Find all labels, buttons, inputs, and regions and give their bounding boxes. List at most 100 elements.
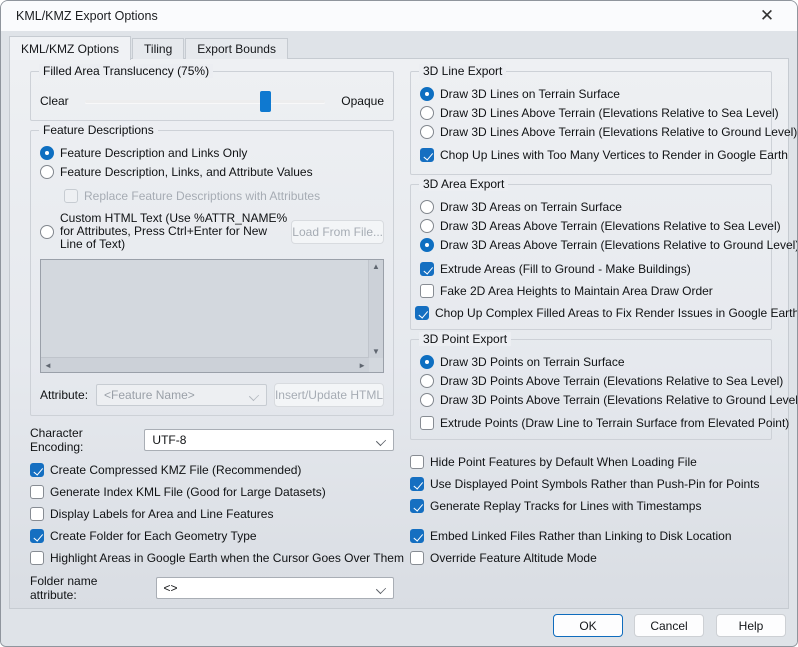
ok-button[interactable]: OK	[553, 614, 623, 637]
checkbox-disabled-icon	[64, 189, 78, 203]
help-button[interactable]: Help	[716, 614, 786, 637]
radio-3d-lines-above-sea-level[interactable]: Draw 3D Lines Above Terrain (Elevations …	[420, 105, 762, 121]
checkbox-chop-up-lines[interactable]: Chop Up Lines with Too Many Vertices to …	[420, 147, 762, 163]
radio-off-icon	[420, 200, 434, 214]
checkbox-label: Fake 2D Area Heights to Maintain Area Dr…	[440, 284, 713, 298]
checkbox-checked-icon	[420, 262, 434, 276]
folder-name-attribute-label: Folder name attribute:	[30, 574, 147, 602]
checkbox-create-compressed-kmz[interactable]: Create Compressed KMZ File (Recommended)	[30, 462, 394, 478]
custom-html-textarea: ▲ ▼ ◄ ►	[40, 259, 384, 373]
radio-off-icon	[420, 393, 434, 407]
checkbox-label: Replace Feature Descriptions with Attrib…	[84, 189, 320, 203]
checkbox-checked-icon	[410, 477, 424, 491]
radio-label: Feature Description and Links Only	[60, 146, 247, 160]
close-icon[interactable]: ✕	[751, 1, 783, 31]
radio-3d-points-above-ground-level[interactable]: Draw 3D Points Above Terrain (Elevations…	[420, 392, 762, 408]
load-from-file-button: Load From File...	[291, 220, 384, 244]
scroll-right-icon[interactable]: ►	[358, 361, 366, 370]
scroll-left-icon[interactable]: ◄	[44, 361, 52, 370]
checkbox-extrude-areas[interactable]: Extrude Areas (Fill to Ground - Make Bui…	[420, 261, 762, 277]
titlebar: KML/KMZ Export Options ✕	[1, 1, 797, 31]
tab-export-bounds[interactable]: Export Bounds	[185, 38, 288, 59]
radio-3d-areas-above-ground-level[interactable]: Draw 3D Areas Above Terrain (Elevations …	[420, 237, 762, 253]
radio-custom-html-text[interactable]: Custom HTML Text (Use %ATTR_NAME% for At…	[40, 212, 384, 251]
radio-off-icon	[420, 125, 434, 139]
tab-strip: KML/KMZ Options Tiling Export Bounds	[9, 35, 289, 59]
checkbox-extrude-points[interactable]: Extrude Points (Draw Line to Terrain Sur…	[420, 415, 762, 431]
kml-kmz-export-options-dialog: KML/KMZ Export Options ✕ KML/KMZ Options…	[0, 0, 798, 647]
scroll-up-icon[interactable]: ▲	[372, 262, 380, 271]
radio-3d-points-terrain-surface[interactable]: Draw 3D Points on Terrain Surface	[420, 354, 762, 370]
checkbox-label: Generate Index KML File (Good for Large …	[50, 485, 326, 499]
slider-thumb[interactable]	[260, 91, 271, 112]
checkbox-create-folder-per-geometry[interactable]: Create Folder for Each Geometry Type	[30, 528, 394, 544]
checkbox-label: Use Displayed Point Symbols Rather than …	[430, 477, 760, 491]
checkbox-highlight-areas[interactable]: Highlight Areas in Google Earth when the…	[30, 550, 394, 566]
checkbox-use-displayed-point-symbols[interactable]: Use Displayed Point Symbols Rather than …	[410, 476, 772, 492]
tab-tiling[interactable]: Tiling	[132, 38, 184, 59]
radio-off-icon	[40, 165, 54, 179]
feature-descriptions-group: Feature Descriptions Feature Description…	[30, 130, 394, 416]
left-column: Filled Area Translucency (75%) Clear Opa…	[30, 71, 394, 602]
window-title: KML/KMZ Export Options	[16, 9, 158, 23]
radio-3d-areas-above-sea-level[interactable]: Draw 3D Areas Above Terrain (Elevations …	[420, 218, 762, 234]
checkbox-hide-point-features[interactable]: Hide Point Features by Default When Load…	[410, 454, 772, 470]
tab-page: Filled Area Translucency (75%) Clear Opa…	[9, 58, 789, 609]
area-export-group-title: 3D Area Export	[419, 177, 508, 191]
checkbox-label: Create Folder for Each Geometry Type	[50, 529, 257, 543]
checkbox-label: Embed Linked Files Rather than Linking t…	[430, 529, 732, 543]
checkbox-chop-up-complex-areas[interactable]: Chop Up Complex Filled Areas to Fix Rend…	[415, 305, 762, 321]
checkbox-replace-descriptions-with-attributes: Replace Feature Descriptions with Attrib…	[64, 188, 384, 204]
checkbox-label: Hide Point Features by Default When Load…	[430, 455, 697, 469]
scroll-down-icon[interactable]: ▼	[372, 347, 380, 356]
checkbox-embed-linked-files[interactable]: Embed Linked Files Rather than Linking t…	[410, 528, 772, 544]
vertical-scrollbar[interactable]: ▲ ▼	[368, 260, 383, 358]
checkbox-checked-icon	[420, 148, 434, 162]
radio-on-icon	[420, 238, 434, 252]
checkbox-checked-icon	[30, 463, 44, 477]
right-checkboxes: Hide Point Features by Default When Load…	[410, 454, 772, 566]
radio-feature-desc-links-attrs[interactable]: Feature Description, Links, and Attribut…	[40, 164, 384, 180]
checkbox-unchecked-icon	[30, 485, 44, 499]
checkbox-display-labels[interactable]: Display Labels for Area and Line Feature…	[30, 506, 394, 522]
radio-label: Draw 3D Points on Terrain Surface	[440, 355, 625, 369]
slider-clear-label: Clear	[40, 94, 69, 108]
radio-3d-lines-terrain-surface[interactable]: Draw 3D Lines on Terrain Surface	[420, 86, 762, 102]
radio-3d-lines-above-ground-level[interactable]: Draw 3D Lines Above Terrain (Elevations …	[420, 124, 762, 140]
checkbox-generate-replay-tracks[interactable]: Generate Replay Tracks for Lines with Ti…	[410, 498, 772, 514]
folder-name-attribute-combo[interactable]: <>	[156, 577, 394, 599]
character-encoding-label: Character Encoding:	[30, 426, 134, 454]
radio-3d-points-above-sea-level[interactable]: Draw 3D Points Above Terrain (Elevations…	[420, 373, 762, 389]
checkbox-override-feature-altitude-mode[interactable]: Override Feature Altitude Mode	[410, 550, 772, 566]
checkbox-fake-2d-area-heights[interactable]: Fake 2D Area Heights to Maintain Area Dr…	[420, 283, 762, 299]
cancel-button[interactable]: Cancel	[634, 614, 704, 637]
attribute-combo: <Feature Name>	[96, 384, 267, 406]
translucency-group-title: Filled Area Translucency (75%)	[39, 64, 213, 78]
translucency-group: Filled Area Translucency (75%) Clear Opa…	[30, 71, 394, 121]
radio-label: Draw 3D Areas Above Terrain (Elevations …	[440, 238, 798, 252]
translucency-slider[interactable]	[85, 100, 326, 103]
checkbox-unchecked-icon	[420, 284, 434, 298]
radio-label: Feature Description, Links, and Attribut…	[60, 165, 313, 179]
tab-kml-kmz-options[interactable]: KML/KMZ Options	[9, 36, 131, 60]
character-encoding-value: UTF-8	[152, 433, 186, 447]
radio-label: Draw 3D Lines Above Terrain (Elevations …	[440, 106, 779, 120]
checkbox-generate-index-kml[interactable]: Generate Index KML File (Good for Large …	[30, 484, 394, 500]
radio-feature-desc-links-only[interactable]: Feature Description and Links Only	[40, 145, 384, 161]
radio-label: Custom HTML Text (Use %ATTR_NAME% for At…	[60, 212, 289, 251]
checkbox-label: Extrude Areas (Fill to Ground - Make Bui…	[440, 262, 691, 276]
radio-on-icon	[40, 146, 54, 160]
radio-on-icon	[420, 87, 434, 101]
attribute-label: Attribute:	[40, 388, 88, 402]
radio-label: Draw 3D Points Above Terrain (Elevations…	[440, 393, 798, 407]
area-export-group: 3D Area Export Draw 3D Areas on Terrain …	[410, 184, 772, 330]
folder-name-attribute-value: <>	[164, 581, 178, 595]
checkbox-unchecked-icon	[420, 416, 434, 430]
radio-3d-areas-terrain-surface[interactable]: Draw 3D Areas on Terrain Surface	[420, 199, 762, 215]
character-encoding-combo[interactable]: UTF-8	[144, 429, 394, 451]
point-export-group-title: 3D Point Export	[419, 332, 511, 346]
checkbox-unchecked-icon	[30, 551, 44, 565]
horizontal-scrollbar[interactable]: ◄ ►	[41, 357, 369, 372]
right-column: 3D Line Export Draw 3D Lines on Terrain …	[410, 71, 772, 572]
checkbox-unchecked-icon	[30, 507, 44, 521]
